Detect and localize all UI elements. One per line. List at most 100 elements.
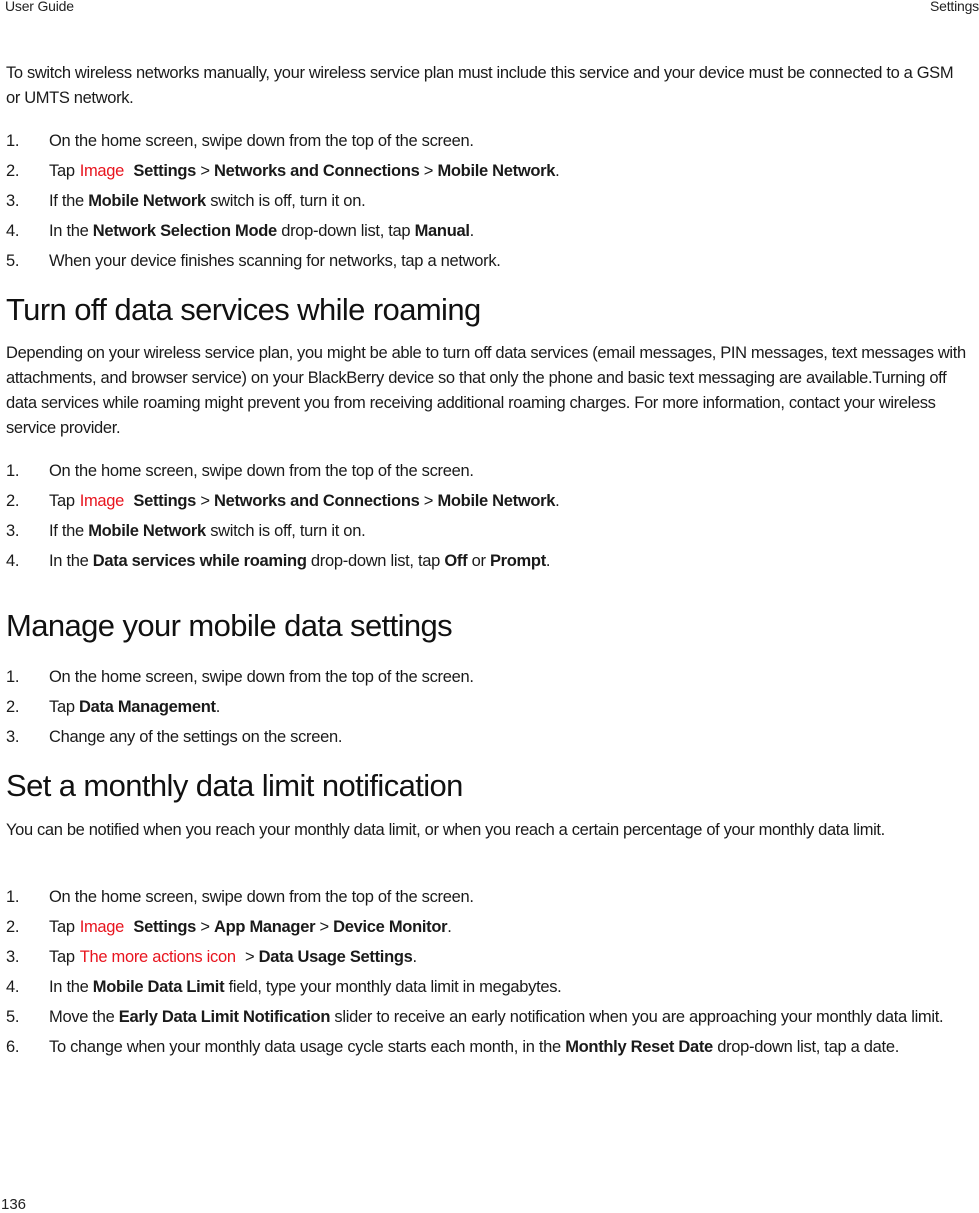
step-text: drop-down list, tap xyxy=(281,222,411,240)
step-text: or xyxy=(471,552,486,570)
step-text: Tap xyxy=(49,492,75,510)
manage-steps: 1. On the home screen, swipe down from t… xyxy=(0,667,975,757)
separator: > xyxy=(319,918,330,936)
step-text: Tap xyxy=(49,918,75,936)
step-text: switch is off, turn it on. xyxy=(210,192,366,210)
list-item: 3. If the Mobile Network switch is off, … xyxy=(0,191,975,212)
list-item: 6. To change when your monthly data usag… xyxy=(0,1037,975,1058)
punctuation: . xyxy=(555,492,560,510)
step-text: When your device finishes scanning for n… xyxy=(49,252,501,270)
section-heading: Manage your mobile data settings xyxy=(6,608,453,643)
separator: > xyxy=(245,948,255,966)
step-text: Tap xyxy=(49,948,75,966)
step-text: Move the xyxy=(49,1008,115,1026)
separator: > xyxy=(423,492,434,510)
step-text: Tap xyxy=(49,698,75,716)
settings-icon: Image xyxy=(79,918,125,936)
ui-label: Mobile Network xyxy=(88,192,206,210)
step-text: To change when your monthly data usage c… xyxy=(49,1038,561,1056)
ui-label: Device Monitor xyxy=(333,918,448,936)
limit-steps: 1. On the home screen, swipe down from t… xyxy=(0,887,975,1067)
step-text: If the xyxy=(49,522,84,540)
ui-label: Data Management xyxy=(79,698,216,716)
step-number: 4. xyxy=(6,222,20,240)
ui-label: App Manager xyxy=(214,918,316,936)
ui-label: Data services while roaming xyxy=(92,552,307,570)
list-item: 5. When your device finishes scanning fo… xyxy=(0,251,975,272)
list-item: 3. If the Mobile Network switch is off, … xyxy=(0,521,975,542)
ui-label: Network Selection Mode xyxy=(92,222,277,240)
step-number: 5. xyxy=(6,1008,20,1026)
step-text: Change any of the settings on the screen… xyxy=(49,728,343,746)
step-number: 1. xyxy=(6,668,20,686)
page-number: 136 xyxy=(1,1196,27,1213)
intro-steps: 1. On the home screen, swipe down from t… xyxy=(0,131,975,281)
list-item: 2. Tap Image Settings > App Manager > Dev… xyxy=(0,917,975,938)
step-text: drop-down list, tap a date. xyxy=(717,1038,899,1056)
step-number: 1. xyxy=(6,462,20,480)
more-actions-icon: The more actions icon xyxy=(79,948,236,966)
step-text: switch is off, turn it on. xyxy=(210,522,366,540)
list-item: 4. In the Data services while roaming dr… xyxy=(0,551,975,572)
ui-label: Data Usage Settings xyxy=(258,948,413,966)
ui-label: Mobile Data Limit xyxy=(92,978,225,996)
punctuation: . xyxy=(412,948,418,966)
step-number: 3. xyxy=(6,522,20,540)
step-text: In the xyxy=(49,978,89,996)
ui-label: Early Data Limit Notification xyxy=(118,1008,331,1026)
step-text: On the home screen, swipe down from the … xyxy=(49,668,474,686)
roaming-steps: 1. On the home screen, swipe down from t… xyxy=(0,461,975,581)
punctuation: . xyxy=(469,222,475,240)
step-text: drop-down list, tap xyxy=(310,552,441,570)
separator: > xyxy=(200,492,210,510)
step-number: 1. xyxy=(6,132,20,150)
running-header-guide: User Guide xyxy=(5,0,74,14)
ui-label: Mobile Network xyxy=(437,492,556,510)
step-text: On the home screen, swipe down from the … xyxy=(49,888,474,906)
ui-label: Monthly Reset Date xyxy=(565,1038,713,1056)
intro-paragraph: To switch wireless networks manually, yo… xyxy=(6,64,954,107)
list-item: 4. In the Network Selection Mode drop-do… xyxy=(0,221,975,242)
ui-label: Networks and Connections xyxy=(214,492,420,510)
ui-label: Settings xyxy=(133,918,197,936)
ui-label: Mobile Network xyxy=(437,162,556,180)
step-number: 3. xyxy=(6,728,20,746)
step-text: If the xyxy=(49,192,84,210)
step-text: On the home screen, swipe down from the … xyxy=(49,132,474,150)
ui-label: Prompt xyxy=(489,552,546,570)
step-number: 5. xyxy=(6,252,20,270)
list-item: 1. On the home screen, swipe down from t… xyxy=(0,887,975,908)
list-item: 4. In the Mobile Data Limit field, type … xyxy=(0,977,975,998)
list-item: 1. On the home screen, swipe down from t… xyxy=(0,131,975,152)
step-number: 4. xyxy=(6,978,20,996)
list-item: 1. On the home screen, swipe down from t… xyxy=(0,461,975,482)
step-number: 4. xyxy=(6,552,20,570)
step-text: On the home screen, swipe down from the … xyxy=(49,462,474,480)
settings-icon: Image xyxy=(79,162,125,180)
step-text: In the xyxy=(49,552,89,570)
step-number: 1. xyxy=(6,888,20,906)
section-heading: Turn off data services while roaming xyxy=(6,292,481,327)
ui-label: Settings xyxy=(133,492,197,510)
step-number: 2. xyxy=(6,162,20,180)
ui-label: Settings xyxy=(133,162,197,180)
step-text: slider to receive an early notification … xyxy=(334,1008,944,1026)
ui-label: Manual xyxy=(414,222,470,240)
list-item: 2. Tap Image Settings > Networks and Conn… xyxy=(0,491,975,512)
separator: > xyxy=(200,918,210,936)
running-header-section: Settings xyxy=(930,0,979,14)
step-text: field, type your monthly data limit in m… xyxy=(228,978,562,996)
ui-label: Off xyxy=(444,552,468,570)
list-item: 2. Tap Data Management. xyxy=(0,697,975,718)
step-text: Tap xyxy=(49,162,75,180)
step-number: 2. xyxy=(6,698,20,716)
section-paragraph: Depending on your wireless service plan,… xyxy=(6,344,966,437)
step-number: 2. xyxy=(6,492,20,510)
separator: > xyxy=(200,162,210,180)
punctuation: . xyxy=(545,552,551,570)
punctuation: . xyxy=(215,698,221,716)
settings-icon: Image xyxy=(79,492,125,510)
punctuation: . xyxy=(447,918,452,936)
list-item: 3. Tap The more actions icon > Data Usage… xyxy=(0,947,975,968)
step-number: 2. xyxy=(6,918,20,936)
